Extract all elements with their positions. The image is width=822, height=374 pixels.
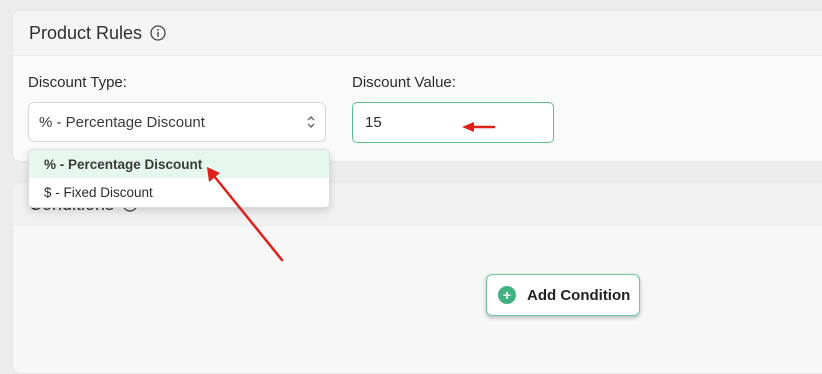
product-rules-title: Product Rules [29, 22, 143, 43]
info-icon[interactable] [150, 25, 166, 41]
dropdown-option-label: % - Percentage Discount [44, 156, 203, 172]
dropdown-option-fixed[interactable]: $ - Fixed Discount [29, 178, 329, 206]
discount-type-dropdown: % - Percentage Discount $ - Fixed Discou… [28, 149, 330, 208]
chevron-up-down-icon [305, 113, 317, 135]
conditions-panel: Conditions [12, 182, 822, 374]
discount-type-label: Discount Type: [28, 74, 127, 91]
add-condition-label: Add Condition [527, 286, 631, 304]
dropdown-option-percentage[interactable]: % - Percentage Discount [29, 150, 329, 178]
plus-circle-icon: + [498, 286, 516, 304]
discount-value-label: Discount Value: [352, 74, 456, 91]
discount-value-input[interactable] [352, 102, 554, 143]
discount-type-selected-value: % - Percentage Discount [39, 113, 205, 131]
discount-type-select[interactable]: % - Percentage Discount [28, 102, 326, 142]
add-condition-button[interactable]: + Add Condition [486, 274, 640, 316]
product-rules-header: Product Rules [13, 11, 822, 56]
dropdown-option-label: $ - Fixed Discount [44, 184, 153, 200]
